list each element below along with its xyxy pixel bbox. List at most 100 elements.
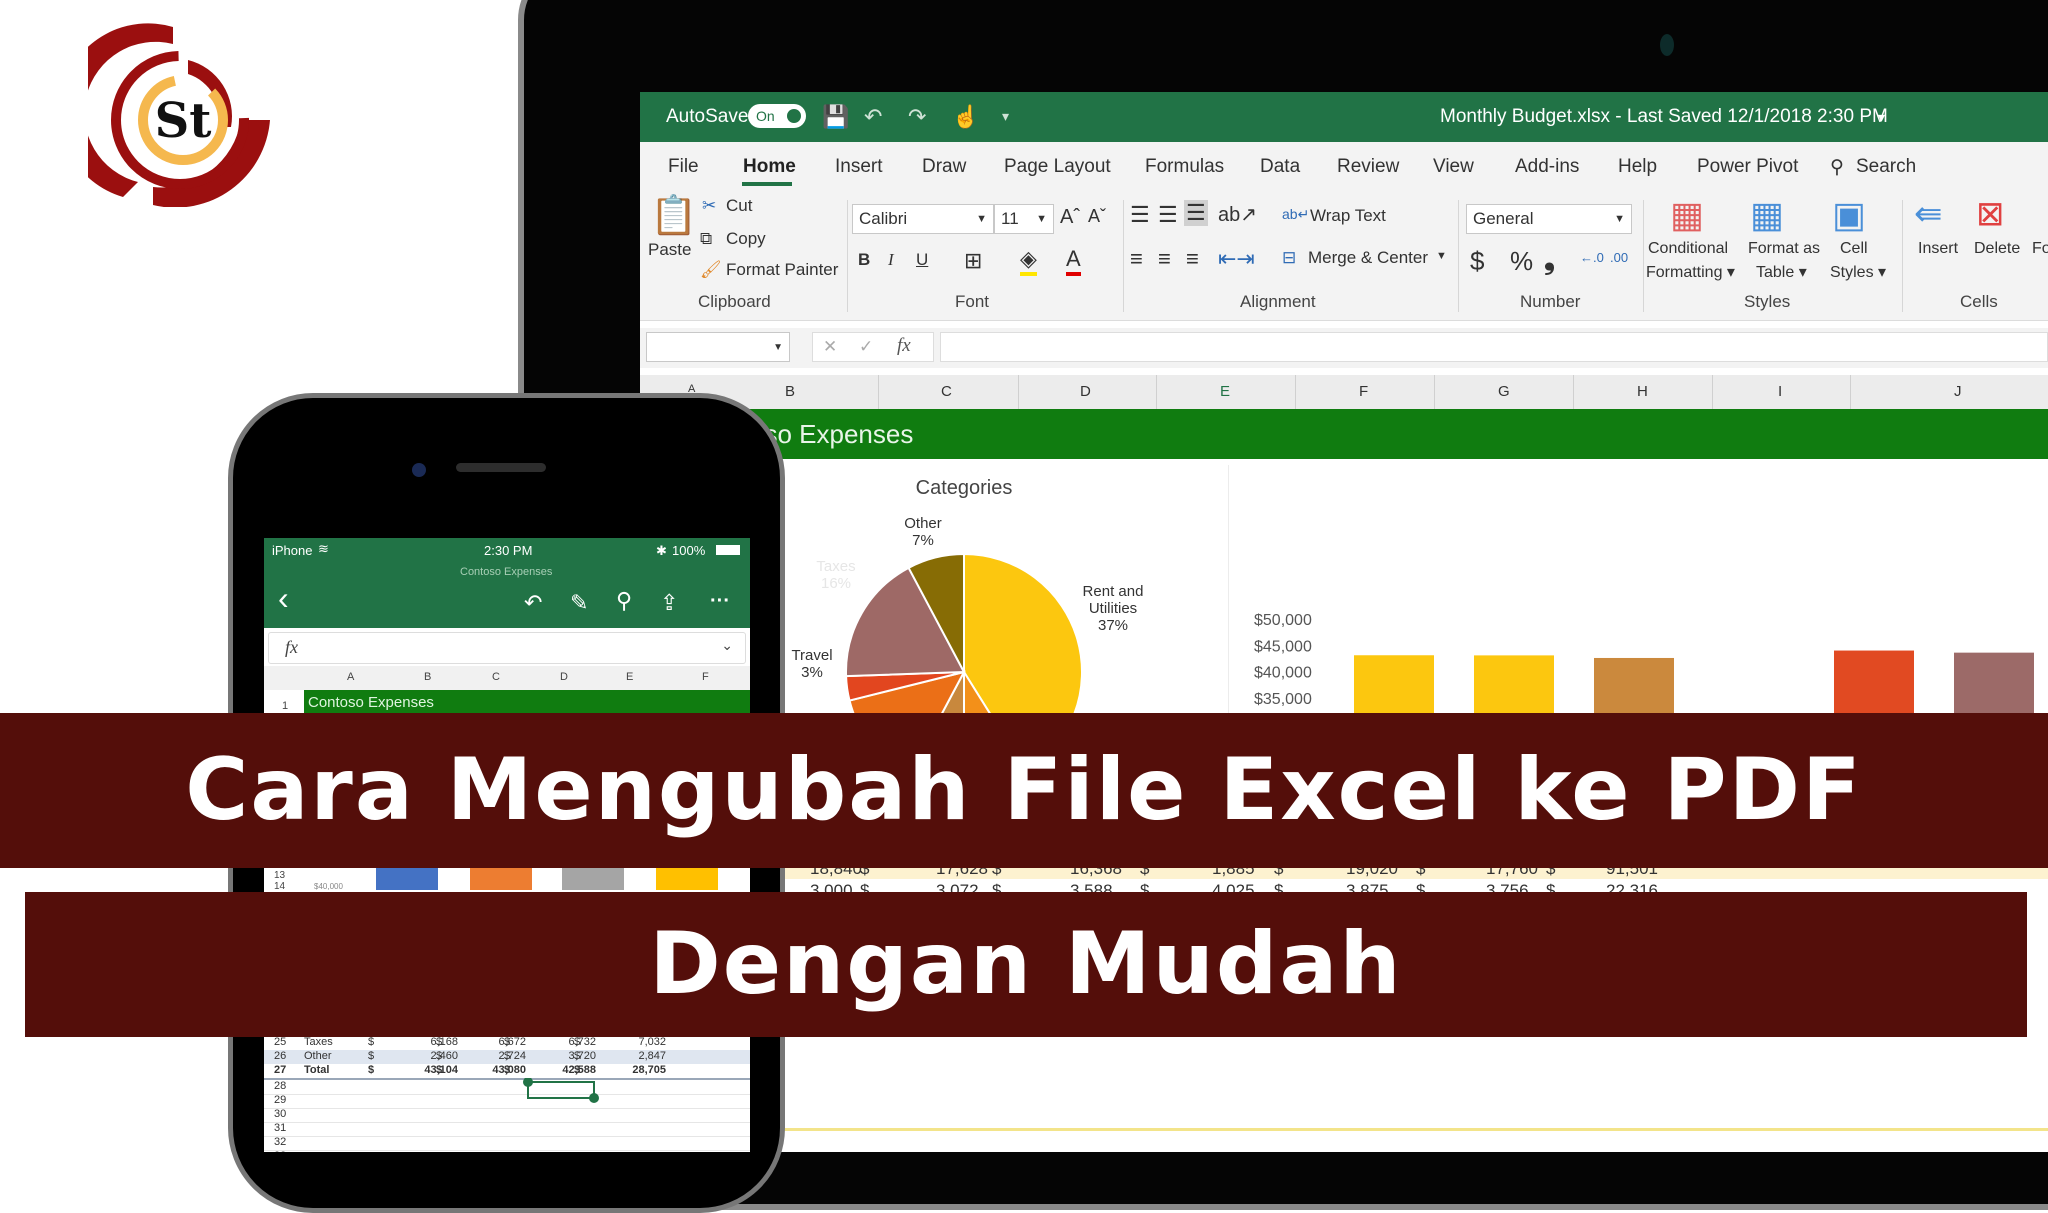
align-right-icon[interactable]: ≡ [1186, 246, 1199, 272]
phone-row-empty[interactable]: 31 [264, 1122, 750, 1137]
increase-font-icon[interactable]: Aˆ [1060, 206, 1080, 229]
tab-formulas[interactable]: Formulas [1145, 156, 1224, 178]
format-as-table-label-2[interactable]: Table ▾ [1756, 262, 1807, 282]
tab-home[interactable]: Home [743, 156, 796, 178]
chevron-down-icon[interactable]: ⌄ [721, 637, 733, 654]
delete-cells-icon[interactable]: ⊠ [1976, 194, 2005, 234]
fill-color-icon[interactable]: ◈ [1020, 246, 1037, 276]
decrease-decimal-icon[interactable]: .00 [1610, 250, 1628, 265]
comma-button[interactable]: ❟ [1544, 244, 1555, 277]
format-as-table-label-1[interactable]: Format as [1748, 240, 1820, 258]
paste-icon[interactable]: 📋 [650, 194, 697, 238]
insert-cells-icon[interactable]: ⇚ [1914, 194, 1943, 234]
col-header-e[interactable]: E [626, 671, 633, 683]
decrease-font-icon[interactable]: Aˇ [1088, 206, 1106, 227]
cut-button[interactable]: Cut [726, 196, 752, 216]
phone-row-empty[interactable]: 30 [264, 1108, 750, 1123]
search-button[interactable]: Search [1856, 156, 1916, 178]
formula-input[interactable] [940, 332, 2048, 362]
tab-review[interactable]: Review [1337, 156, 1399, 178]
bold-button[interactable]: B [858, 250, 870, 270]
phone-row-other[interactable]: 26 Other $2,460 $2,724 $3,720 $2,847 [264, 1050, 750, 1064]
touch-mode-icon[interactable]: ☝ [952, 104, 979, 130]
tab-add-ins[interactable]: Add-ins [1515, 156, 1579, 178]
align-bottom-icon[interactable]: ☰ [1184, 200, 1208, 226]
share-icon[interactable]: ⇪ [660, 590, 678, 616]
col-header-h[interactable]: H [1637, 383, 1648, 400]
fx-icon[interactable]: fx [897, 335, 911, 357]
underline-button[interactable]: U [916, 250, 928, 270]
phone-row-empty[interactable]: 28 [264, 1080, 750, 1095]
selection-handles[interactable] [522, 1078, 602, 1108]
name-box[interactable]: ▼ [646, 332, 790, 362]
orientation-icon[interactable]: ab↗ [1218, 202, 1257, 227]
undo-icon[interactable]: ↶ [864, 104, 882, 130]
merge-center-button[interactable]: Merge & Center [1308, 248, 1428, 268]
back-icon[interactable]: ‹ [278, 580, 289, 617]
undo-icon[interactable]: ↶ [524, 590, 542, 616]
tab-power-pivot[interactable]: Power Pivot [1697, 156, 1798, 178]
increase-decimal-icon[interactable]: ←.0 [1580, 250, 1604, 265]
percent-button[interactable]: % [1510, 246, 1533, 277]
col-header-a[interactable]: A [347, 671, 354, 683]
search-icon[interactable]: ⚲ [1830, 156, 1844, 179]
tab-file[interactable]: File [668, 156, 699, 178]
number-format-select[interactable]: General ▼ [1466, 204, 1632, 234]
font-color-icon[interactable]: A [1066, 246, 1081, 276]
col-header-j[interactable]: J [1954, 383, 1962, 400]
tab-help[interactable]: Help [1618, 156, 1657, 178]
selection-handle-start[interactable] [523, 1078, 533, 1087]
draw-icon[interactable]: ✎ [570, 590, 588, 616]
conditional-formatting-icon[interactable]: ▦ [1670, 194, 1704, 236]
delete-cells-button[interactable]: Delete [1974, 240, 2020, 258]
italic-button[interactable]: I [888, 250, 894, 270]
customize-qat-icon[interactable]: ▾ [1002, 108, 1009, 125]
more-icon[interactable]: ··· [710, 590, 730, 613]
col-header-f[interactable]: F [1359, 383, 1368, 400]
title-dropdown-icon[interactable]: ▾ [1878, 109, 1885, 126]
save-icon[interactable]: 💾 [822, 104, 849, 130]
cancel-icon[interactable]: ✕ [823, 337, 837, 357]
phone-row-total[interactable]: 27 Total $43,104 $43,080 $42,588 $28,705 [264, 1064, 750, 1080]
col-header-d[interactable]: D [560, 671, 568, 683]
align-center-icon[interactable]: ≡ [1158, 246, 1171, 272]
enter-icon[interactable]: ✓ [859, 337, 873, 357]
wrap-text-button[interactable]: Wrap Text [1310, 206, 1386, 226]
col-header-f[interactable]: F [702, 671, 709, 683]
font-size-select[interactable]: 11 ▼ [994, 204, 1054, 234]
selection-handle-end[interactable] [589, 1093, 599, 1103]
cell-styles-label-1[interactable]: Cell [1840, 240, 1868, 258]
col-header-b[interactable]: B [424, 671, 431, 683]
col-header-g[interactable]: G [1498, 383, 1510, 400]
insert-cells-button[interactable]: Insert [1918, 240, 1958, 258]
tab-draw[interactable]: Draw [922, 156, 966, 178]
align-middle-icon[interactable]: ☰ [1158, 202, 1178, 228]
format-cells-button[interactable]: Form [2032, 240, 2048, 258]
indent-icons[interactable]: ⇤⇥ [1218, 246, 1255, 272]
phone-row-taxes[interactable]: 25 Taxes $6,168 $6,672 $6,732 $7,032 [264, 1036, 750, 1050]
align-left-icon[interactable]: ≡ [1130, 246, 1143, 272]
redo-icon[interactable]: ↷ [908, 104, 926, 130]
format-as-table-icon[interactable]: ▦ [1750, 194, 1784, 236]
col-header-b[interactable]: B [785, 383, 795, 400]
conditional-formatting-label-1[interactable]: Conditional [1648, 240, 1728, 258]
col-header-i[interactable]: I [1778, 383, 1782, 400]
phone-formula-bar[interactable]: fx ⌄ [268, 632, 746, 664]
cell-styles-label-2[interactable]: Styles ▾ [1830, 262, 1886, 282]
phone-row-empty[interactable]: 32 [264, 1136, 750, 1151]
col-header-c[interactable]: C [941, 383, 952, 400]
align-top-icon[interactable]: ☰ [1130, 202, 1150, 228]
col-header-e[interactable]: E [1220, 383, 1230, 400]
col-header-d[interactable]: D [1080, 383, 1091, 400]
paste-button[interactable]: Paste [648, 240, 691, 260]
tab-data[interactable]: Data [1260, 156, 1300, 178]
cell-styles-icon[interactable]: ▣ [1832, 194, 1866, 236]
tab-insert[interactable]: Insert [835, 156, 883, 178]
tab-view[interactable]: View [1433, 156, 1474, 178]
font-name-select[interactable]: Calibri ▼ [852, 204, 994, 234]
copy-button[interactable]: Copy [726, 229, 766, 249]
search-icon[interactable]: ⚲ [616, 588, 632, 614]
phone-row-empty[interactable]: 29 [264, 1094, 750, 1109]
borders-icon[interactable]: ⊞ [964, 248, 982, 274]
format-painter-button[interactable]: Format Painter [726, 260, 838, 280]
